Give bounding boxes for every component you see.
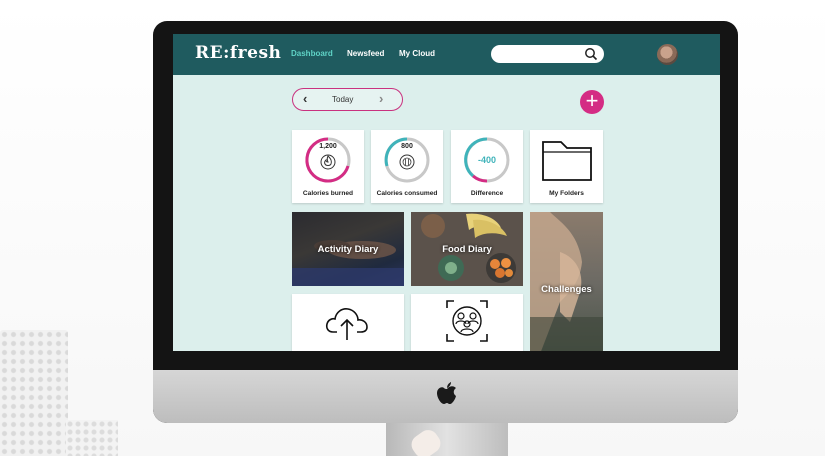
- group-target-icon: [446, 300, 488, 342]
- cloud-upload-icon: [325, 308, 368, 340]
- top-navigation-bar: RE:fresh Dashboard Newsfeed My Cloud: [173, 34, 720, 75]
- add-button[interactable]: +: [580, 90, 604, 114]
- user-avatar[interactable]: [657, 44, 678, 65]
- activity-diary-tile[interactable]: Activity Diary: [292, 212, 404, 286]
- calories-consumed-label: Calories consumed: [376, 190, 438, 197]
- search-icon[interactable]: [584, 47, 598, 61]
- group-target-card[interactable]: [411, 294, 523, 351]
- my-folders-label: My Folders: [549, 190, 584, 197]
- nav-newsfeed[interactable]: Newsfeed: [347, 49, 384, 58]
- apple-icon: [434, 380, 460, 410]
- calories-consumed-card[interactable]: 800 Calories consumed: [371, 130, 443, 203]
- calories-burned-label: Calories burned: [302, 190, 354, 197]
- date-label: Today: [332, 95, 354, 104]
- activity-diary-label: Activity Diary: [317, 244, 379, 255]
- food-diary-tile[interactable]: Food Diary: [411, 212, 523, 286]
- next-day-button[interactable]: ›: [379, 91, 383, 106]
- challenges-photo: [530, 212, 603, 351]
- plate-icon: [399, 154, 415, 170]
- app-logo[interactable]: RE:fresh: [195, 43, 281, 63]
- cloud-upload-card[interactable]: [292, 294, 404, 351]
- prev-day-button[interactable]: ‹: [303, 91, 307, 106]
- calories-consumed-value: 800: [401, 143, 413, 150]
- challenges-tile[interactable]: Challenges: [530, 212, 603, 351]
- app-screen: RE:fresh Dashboard Newsfeed My Cloud ‹ T…: [173, 34, 720, 351]
- calories-burned-card[interactable]: 1,200 Calories burned: [292, 130, 364, 203]
- nav-dashboard[interactable]: Dashboard: [291, 49, 333, 58]
- decor-vase: [0, 330, 68, 456]
- food-diary-label: Food Diary: [442, 244, 492, 255]
- folder-icon: [542, 141, 592, 181]
- search-input[interactable]: [491, 45, 604, 63]
- nav-my-cloud[interactable]: My Cloud: [399, 49, 435, 58]
- challenges-label: Challenges: [541, 284, 592, 295]
- monitor-stand: [386, 422, 508, 456]
- date-navigator: ‹ Today ›: [292, 88, 403, 111]
- calories-burned-value: 1,200: [319, 143, 337, 150]
- decor-vase-small: [66, 420, 118, 456]
- difference-value: -400: [477, 155, 496, 165]
- difference-card[interactable]: -400 Difference: [451, 130, 523, 203]
- my-folders-card[interactable]: My Folders: [530, 130, 603, 203]
- flame-icon: [320, 154, 336, 170]
- difference-label: Difference: [470, 190, 504, 197]
